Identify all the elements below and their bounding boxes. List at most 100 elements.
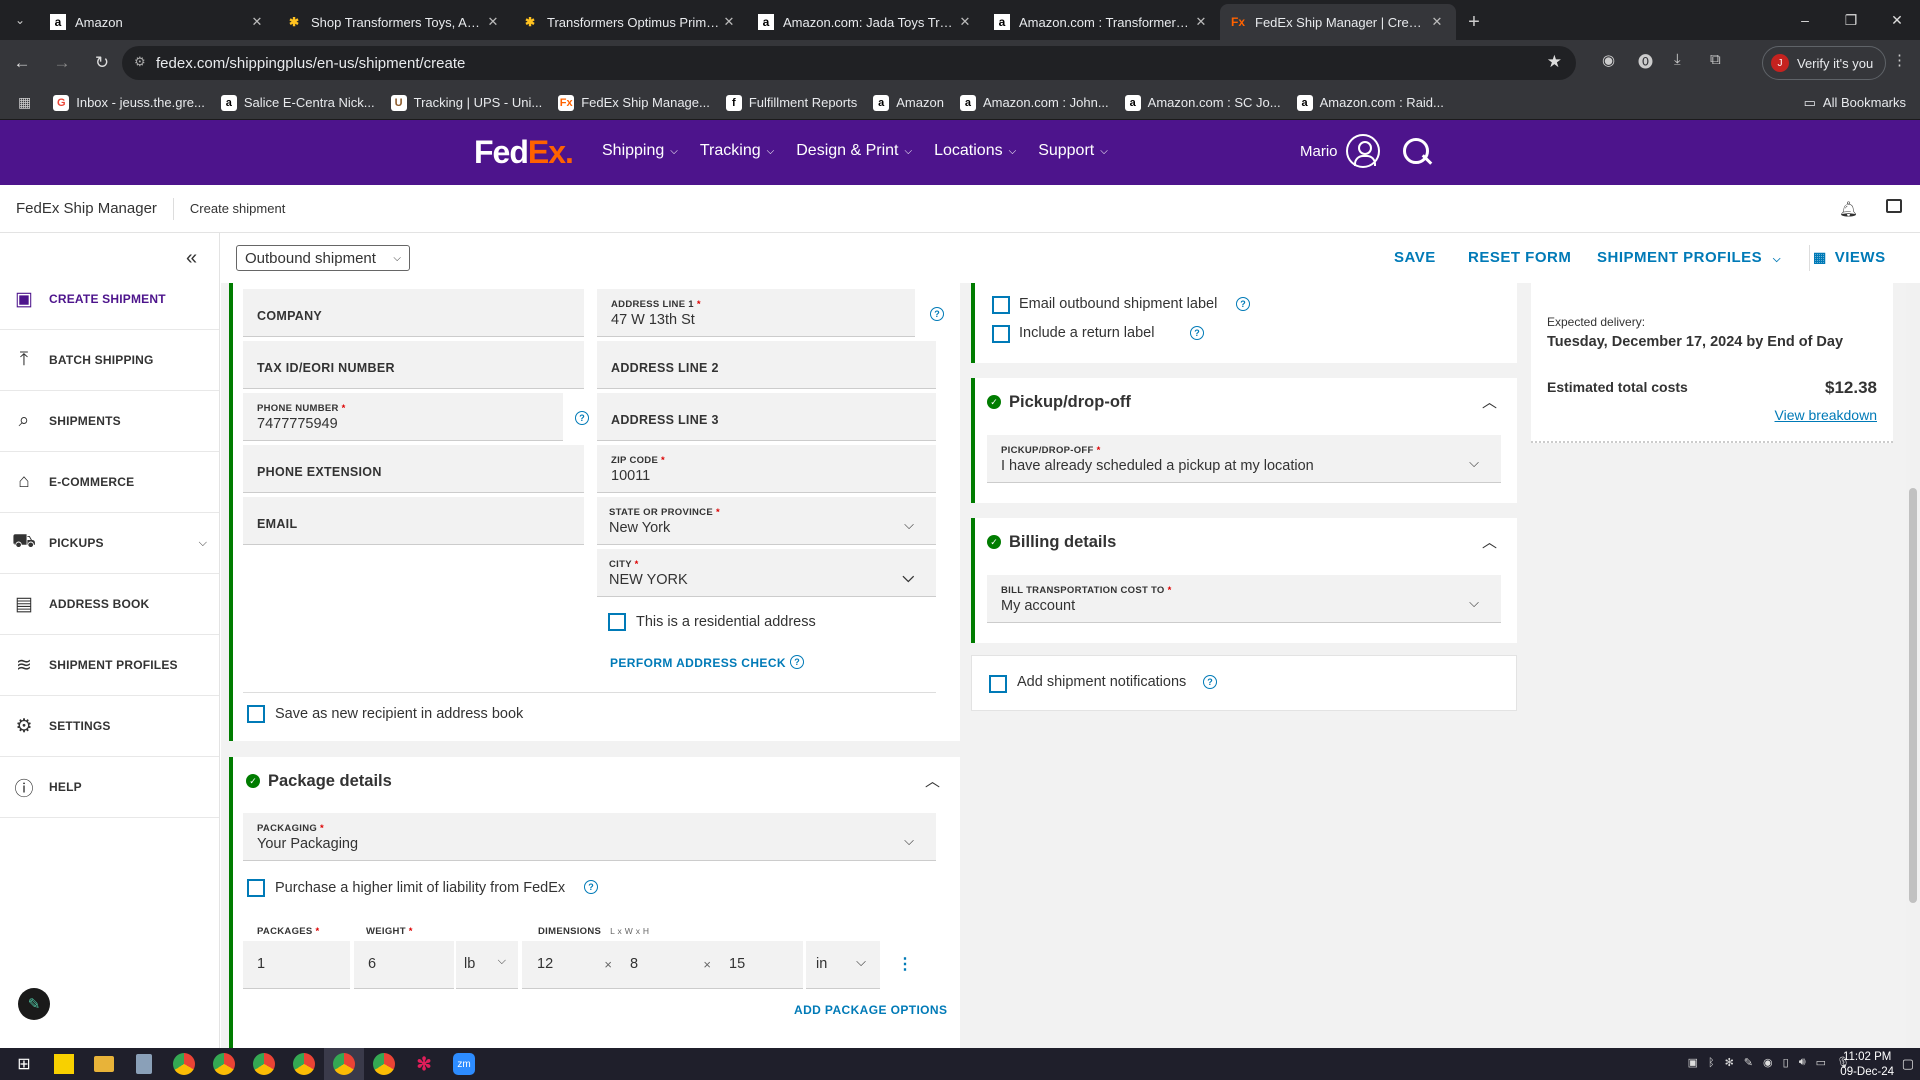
volume-icon[interactable]: 🔊︎ — [1799, 1056, 1806, 1069]
sidebar-item-settings[interactable]: ⚙ SETTINGS — [0, 696, 219, 757]
sidebar-item-address-book[interactable]: ▤ ADDRESS BOOK — [0, 574, 219, 635]
length-input[interactable]: 12 × — [522, 941, 618, 989]
width-input[interactable]: 8 × — [618, 941, 717, 989]
bookmark-item[interactable]: a Amazon.com : SC Jo... — [1124, 94, 1281, 111]
browser-tab[interactable]: a Amazon ✕ — [40, 4, 276, 40]
file-explorer-icon[interactable] — [84, 1048, 124, 1080]
address-line-3-field[interactable]: ADDRESS LINE 3 — [597, 393, 936, 441]
liability-checkbox[interactable] — [247, 879, 265, 897]
close-window-icon[interactable]: ✕ — [1874, 0, 1920, 40]
chrome-icon[interactable] — [324, 1048, 364, 1080]
pickup-select[interactable]: PICKUP/DROP-OFF * I have already schedul… — [987, 435, 1501, 483]
page-scrollbar[interactable] — [1906, 283, 1920, 1048]
browser-tab[interactable]: ✱ Transformers Optimus Prime RC ✕ — [512, 4, 748, 40]
collapse-chevron-up-icon[interactable]: ︿ — [1482, 531, 1497, 552]
calculator-icon[interactable] — [124, 1048, 164, 1080]
bookmark-item[interactable]: G Inbox - jeuss.the.gre... — [53, 94, 205, 111]
help-icon[interactable]: ? — [584, 880, 598, 894]
site-info-icon[interactable]: ⚙ — [134, 54, 146, 70]
zip-code-field[interactable]: ZIP CODE * 10011 — [597, 445, 936, 493]
back-icon[interactable]: ← — [4, 45, 40, 81]
nav-tracking[interactable]: Tracking ⌵ — [700, 142, 774, 160]
packaging-select[interactable]: PACKAGING * Your Packaging ⌵ — [243, 813, 936, 861]
help-icon[interactable]: ? — [930, 307, 944, 321]
slack-tray-icon[interactable]: ✻ — [1725, 1056, 1734, 1069]
collapse-chevron-up-icon[interactable]: ︿ — [925, 770, 940, 791]
collapse-chevron-up-icon[interactable]: ︿ — [1482, 391, 1497, 412]
browser-menu-icon[interactable]: ⋮ — [1892, 51, 1907, 69]
collapse-sidebar-icon[interactable]: « — [186, 247, 197, 270]
weight-input[interactable]: 6 — [354, 941, 454, 989]
scrollbar-thumb[interactable] — [1909, 488, 1917, 903]
battery-icon[interactable]: ▯ — [1783, 1056, 1789, 1069]
city-select[interactable]: CITY * NEW YORK ⌵ — [597, 549, 936, 597]
save-button[interactable]: SAVE — [1394, 249, 1436, 266]
more-options-icon[interactable]: ⋮ — [897, 954, 913, 974]
tax-id-field[interactable]: TAX ID/EORI NUMBER — [243, 341, 584, 389]
phone-extension-field[interactable]: PHONE EXTENSION — [243, 445, 584, 493]
views-button[interactable]: ▦ VIEWS — [1813, 249, 1886, 266]
user-menu[interactable]: Mario — [1300, 134, 1380, 168]
email-field[interactable]: EMAIL — [243, 497, 584, 545]
sidebar-item-create-shipment[interactable]: ▣ CREATE SHIPMENT — [0, 269, 219, 330]
bookmark-item[interactable]: a Amazon.com : John... — [959, 94, 1109, 111]
pen-icon[interactable]: ✎ — [1744, 1056, 1753, 1069]
close-tab-icon[interactable]: ✕ — [484, 14, 502, 30]
bill-to-select[interactable]: BILL TRANSPORTATION COST TO * My account… — [987, 575, 1501, 623]
extension-icon[interactable]: ◉ — [1602, 51, 1615, 69]
browser-tab[interactable]: a Amazon.com : Transformers Op ✕ — [984, 4, 1220, 40]
save-recipient-checkbox[interactable] — [247, 705, 265, 723]
clock[interactable]: 11:02 PM 09-Dec-24 — [1840, 1050, 1894, 1080]
password-icon[interactable]: ⓿ — [1638, 51, 1653, 72]
bookmark-item[interactable]: a Amazon.com : Raid... — [1296, 94, 1444, 111]
residential-checkbox[interactable] — [608, 613, 626, 631]
bell-icon[interactable]: 🔔︎ — [1839, 200, 1858, 218]
help-icon[interactable]: ? — [1190, 326, 1204, 340]
sidebar-item-pickups[interactable]: ⛟ PICKUPS ⌵ — [0, 513, 219, 574]
sidebar-item-shipments[interactable]: ⌕ SHIPMENTS — [0, 391, 219, 452]
dimension-unit-select[interactable]: in ⌵ — [806, 941, 880, 989]
close-tab-icon[interactable]: ✕ — [1192, 14, 1210, 30]
email-label-checkbox[interactable] — [992, 296, 1010, 314]
bookmark-item[interactable]: f Fulfillment Reports — [725, 94, 857, 111]
edit-fab-icon[interactable]: ✎ — [18, 988, 50, 1020]
notifications-checkbox[interactable] — [989, 675, 1007, 693]
phone-number-field[interactable]: PHONE NUMBER * 7477775949 — [243, 393, 563, 441]
chrome-icon[interactable] — [284, 1048, 324, 1080]
height-input[interactable]: 15 — [717, 941, 803, 989]
chrome-icon[interactable] — [244, 1048, 284, 1080]
minimize-icon[interactable]: – — [1782, 0, 1828, 40]
weight-unit-select[interactable]: lb ⌵ — [456, 941, 518, 989]
verify-profile-button[interactable]: J Verify it's you — [1762, 46, 1887, 80]
download-icon[interactable]: ⤓ — [1674, 51, 1681, 68]
reset-form-button[interactable]: RESET FORM — [1468, 249, 1571, 266]
chrome-icon[interactable] — [164, 1048, 204, 1080]
address-line-2-field[interactable]: ADDRESS LINE 2 — [597, 341, 936, 389]
bookmark-star-icon[interactable]: ★ — [1547, 52, 1562, 72]
search-icon[interactable] — [1401, 136, 1433, 168]
notification-center-icon[interactable]: ▢ — [1902, 1056, 1914, 1072]
url-bar[interactable]: ⚙ fedex.com/shippingplus/en-us/shipment/… — [122, 46, 1576, 80]
address-line-1-field[interactable]: ADDRESS LINE 1 * 47 W 13th St — [597, 289, 915, 337]
nav-shipping[interactable]: Shipping ⌵ — [602, 142, 678, 160]
bookmark-item[interactable]: a Salice E-Centra Nick... — [220, 94, 375, 111]
browser-tab[interactable]: a Amazon.com: Jada Toys Transfo ✕ — [748, 4, 984, 40]
help-icon[interactable]: ? — [790, 655, 804, 669]
reload-icon[interactable]: ↻ — [84, 45, 120, 81]
browser-tab[interactable]: ✱ Shop Transformers Toys, Action ✕ — [276, 4, 512, 40]
apps-grid-icon[interactable]: ▦ — [18, 94, 31, 111]
sidebar-item-shipment-profiles[interactable]: ≋ SHIPMENT PROFILES — [0, 635, 219, 696]
add-package-options-link[interactable]: ADD PACKAGE OPTIONS — [794, 1003, 947, 1017]
extensions-puzzle-icon[interactable]: ⧉ — [1710, 51, 1721, 68]
close-tab-icon[interactable]: ✕ — [956, 14, 974, 30]
close-tab-icon[interactable]: ✕ — [720, 14, 738, 30]
sidebar-item-batch-shipping[interactable]: ⤒ BATCH SHIPPING — [0, 330, 219, 391]
chat-icon[interactable] — [1886, 199, 1902, 213]
all-bookmarks[interactable]: ▭ All Bookmarks — [1804, 95, 1906, 111]
slack-icon[interactable]: ✻ — [404, 1048, 444, 1080]
help-icon[interactable]: ? — [1203, 675, 1217, 689]
forward-icon[interactable]: → — [44, 45, 80, 81]
browser-tab[interactable]: Fx FedEx Ship Manager | Create sh ✕ — [1220, 4, 1456, 40]
sidebar-item-e-commerce[interactable]: ⌂ E-COMMERCE — [0, 452, 219, 513]
view-breakdown-link[interactable]: View breakdown — [1775, 407, 1877, 423]
